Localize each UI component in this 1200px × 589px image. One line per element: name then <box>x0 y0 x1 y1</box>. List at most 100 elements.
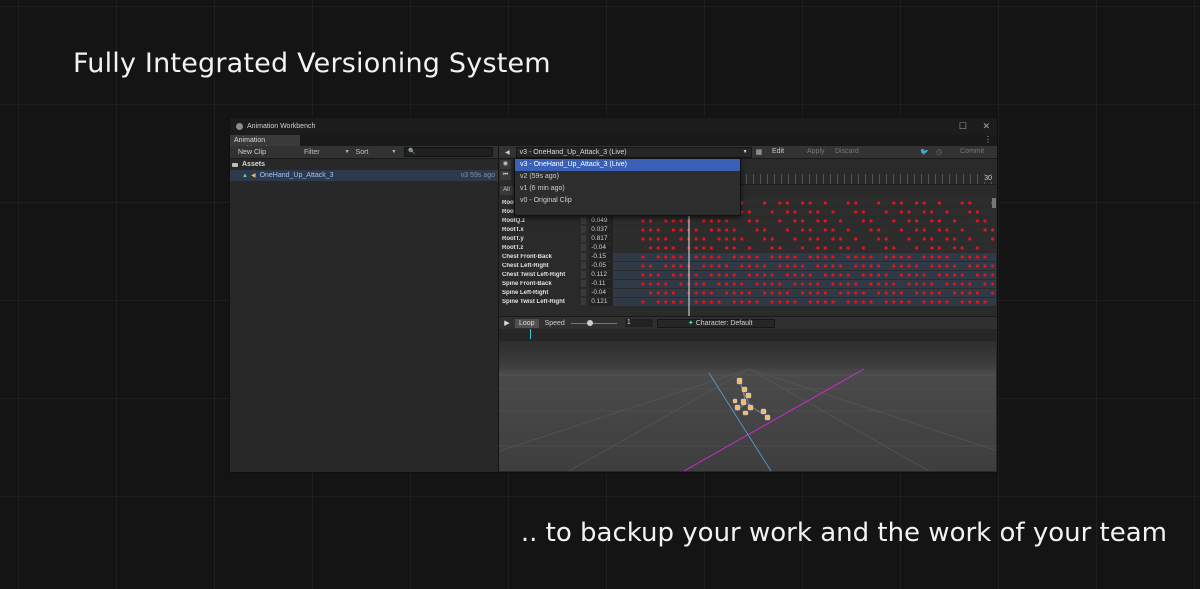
keyframe-dot[interactable] <box>846 255 850 259</box>
keyframe-dot[interactable] <box>816 255 820 259</box>
keyframe-dot[interactable] <box>649 228 653 232</box>
keyframe-dot[interactable] <box>793 264 797 268</box>
keyframe-dot[interactable] <box>785 291 789 295</box>
keyframe-dot[interactable] <box>649 282 653 286</box>
keyframe-dot[interactable] <box>694 228 698 232</box>
keyframe-dot[interactable] <box>732 291 736 295</box>
assets-folder[interactable]: Assets <box>230 159 498 170</box>
keyframe-dot[interactable] <box>861 255 865 259</box>
history-icon[interactable]: ◷ <box>936 148 942 156</box>
keyframe-dot[interactable] <box>770 282 774 286</box>
keyframe-dot[interactable] <box>679 228 683 232</box>
keyframe-dot[interactable] <box>839 219 843 223</box>
keyframe-dot[interactable] <box>983 219 987 223</box>
keyframe-dot[interactable] <box>816 246 820 250</box>
keyframe-dot[interactable] <box>892 291 896 295</box>
keyframe-dot[interactable] <box>656 291 660 295</box>
keyframe-dot[interactable] <box>953 273 957 277</box>
keyframe-dot[interactable] <box>702 264 706 268</box>
keyframe-dot[interactable] <box>816 264 820 268</box>
keyframe-dot[interactable] <box>945 282 949 286</box>
keyframe-dot[interactable] <box>808 237 812 241</box>
keyframe-dot[interactable] <box>854 201 858 205</box>
property-row[interactable]: Spine Twist Left-Right 0.121 <box>499 297 613 306</box>
keyframe-dot[interactable] <box>823 201 827 205</box>
keyframe-dot[interactable] <box>778 264 782 268</box>
discard-button[interactable]: Discard <box>835 148 859 155</box>
keyframe-dot[interactable] <box>816 219 820 223</box>
keyframe-dot[interactable] <box>869 282 873 286</box>
keyframe-dot[interactable] <box>937 246 941 250</box>
keyframe-dot[interactable] <box>801 201 805 205</box>
keyframe-dot[interactable] <box>717 219 721 223</box>
keyframe-dot[interactable] <box>679 255 683 259</box>
keyframe-dot[interactable] <box>839 246 843 250</box>
keyframe-dot[interactable] <box>649 237 653 241</box>
close-icon[interactable]: ✕ <box>982 121 990 132</box>
keyframe-dot[interactable] <box>763 273 767 277</box>
keyframe-dot[interactable] <box>778 255 782 259</box>
character-select[interactable]: ✦ Character: Default <box>656 318 775 328</box>
keyframe-dot[interactable] <box>755 300 759 304</box>
keyframe-dot[interactable] <box>854 255 858 259</box>
keyframe-dot[interactable] <box>937 300 941 304</box>
keyframe-dot[interactable] <box>785 255 789 259</box>
keyframe-dot[interactable] <box>747 273 751 277</box>
keyframe-dot[interactable] <box>869 264 873 268</box>
keyframe-dot[interactable] <box>679 300 683 304</box>
keyframe-dot[interactable] <box>915 219 919 223</box>
keyframe-dot[interactable] <box>717 255 721 259</box>
keyframe-dot[interactable] <box>899 264 903 268</box>
keyframe-dot[interactable] <box>892 255 896 259</box>
keyframe-dot[interactable] <box>922 210 926 214</box>
keyframe-dot[interactable] <box>975 300 979 304</box>
keyframe-dot[interactable] <box>854 237 858 241</box>
speed-value-field[interactable]: 1 <box>624 319 653 327</box>
first-frame-icon[interactable]: ⏮ <box>500 171 511 180</box>
property-row[interactable]: Spine Front-Back -0.11 <box>499 279 613 288</box>
keyframe-dot[interactable] <box>801 219 805 223</box>
keyframe-toggle[interactable] <box>581 253 587 260</box>
keyframe-dot[interactable] <box>937 255 941 259</box>
keyframe-dot[interactable] <box>930 219 934 223</box>
keyframe-dot[interactable] <box>839 264 843 268</box>
keyframe-dot[interactable] <box>846 246 850 250</box>
property-value[interactable]: 0.037 <box>589 225 613 234</box>
keyframe-dot[interactable] <box>679 282 683 286</box>
property-row[interactable]: Chest Twist Left-Right 0.112 <box>499 270 613 279</box>
keyframe-dot[interactable] <box>649 246 653 250</box>
keyframe-dot[interactable] <box>930 237 934 241</box>
keyframe-dot[interactable] <box>664 291 668 295</box>
keyframe-dot[interactable] <box>702 300 706 304</box>
property-value[interactable]: 0.112 <box>589 270 613 279</box>
keyframe-dot[interactable] <box>740 300 744 304</box>
keyframe-dot[interactable] <box>785 300 789 304</box>
property-value[interactable]: 0.049 <box>589 216 613 225</box>
keyframe-dot[interactable] <box>763 291 767 295</box>
timeline-track[interactable] <box>499 329 997 341</box>
keyframe-dot[interactable] <box>808 255 812 259</box>
keyframe-dot[interactable] <box>717 228 721 232</box>
property-row[interactable]: Spine Left-Right -0.04 <box>499 288 613 297</box>
keyframe-dot[interactable] <box>915 264 919 268</box>
keyframe-dot[interactable] <box>975 273 979 277</box>
keyframe-dot[interactable] <box>869 255 873 259</box>
keyframe-dot[interactable] <box>816 291 820 295</box>
keyframe-dot[interactable] <box>839 291 843 295</box>
keyframe-dot[interactable] <box>953 282 957 286</box>
keyframe-dot[interactable] <box>641 255 645 259</box>
keyframe-toggle[interactable] <box>581 280 587 287</box>
keyframe-dot[interactable] <box>732 255 736 259</box>
apply-button[interactable]: Apply <box>807 148 825 155</box>
keyframe-dot[interactable] <box>763 264 767 268</box>
keyframe-dot[interactable] <box>725 282 729 286</box>
keyframe-dot[interactable] <box>641 282 645 286</box>
keyframe-dot[interactable] <box>831 264 835 268</box>
keyframe-dot[interactable] <box>975 246 979 250</box>
keyframe-dot[interactable] <box>641 219 645 223</box>
keyframe-dot[interactable] <box>823 300 827 304</box>
keyframe-dot[interactable] <box>725 228 729 232</box>
keyframe-dot[interactable] <box>930 255 934 259</box>
keyframe-dot[interactable] <box>694 255 698 259</box>
keyframe-dot[interactable] <box>899 273 903 277</box>
